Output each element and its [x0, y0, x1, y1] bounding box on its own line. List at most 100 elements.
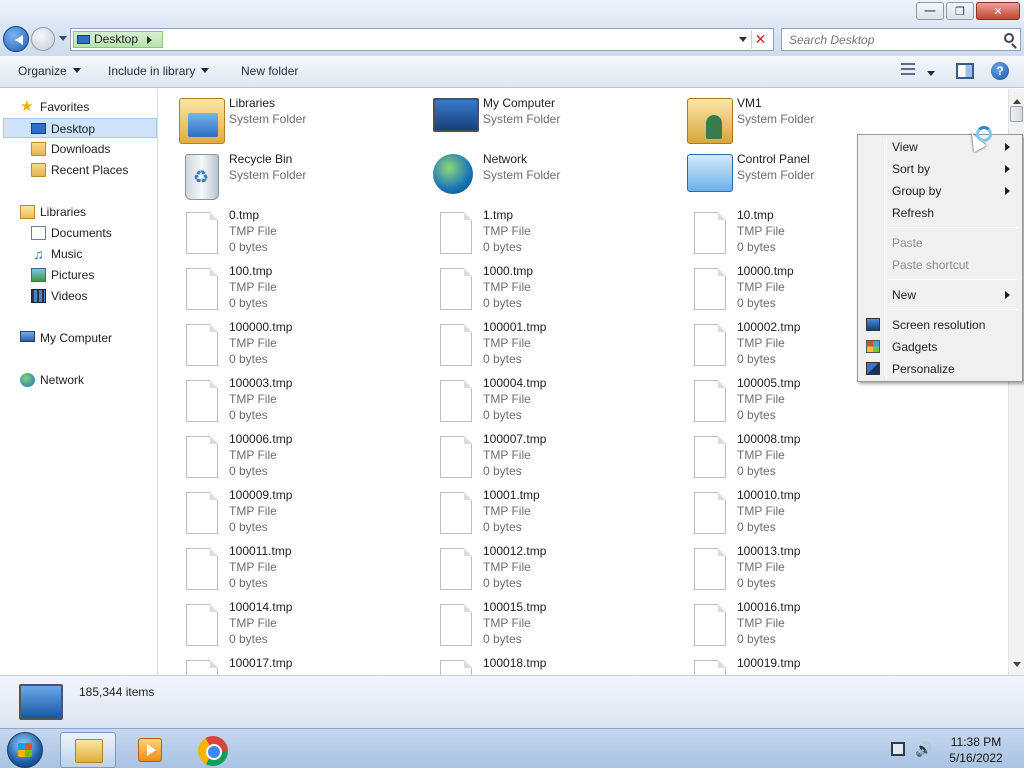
list-item[interactable]: 1.tmp TMP File 0 bytes	[431, 207, 671, 259]
navigation-pane: ★ Favorites Desktop Downloads Recent Plac…	[0, 89, 158, 675]
search-box[interactable]	[781, 28, 1021, 51]
menu-item-view[interactable]: View	[860, 136, 1020, 158]
list-item-network[interactable]: Network System Folder	[431, 151, 671, 203]
item-text: 100011.tmp TMP File 0 bytes	[229, 543, 292, 591]
item-text: 100003.tmp TMP File 0 bytes	[229, 375, 292, 423]
list-item[interactable]: 100012.tmp TMP File 0 bytes	[431, 543, 671, 595]
tmp-file-icon	[440, 660, 472, 675]
nav-desktop[interactable]: Desktop	[3, 118, 157, 138]
scroll-up-icon[interactable]	[1013, 95, 1021, 104]
menu-item-gadgets[interactable]: Gadgets	[860, 336, 1020, 358]
list-item[interactable]: 100011.tmp TMP File 0 bytes	[177, 543, 417, 595]
organize-button[interactable]: Organize	[18, 64, 81, 78]
item-name: Network	[483, 152, 528, 166]
item-name: 100012.tmp	[483, 544, 547, 558]
item-name: 100.tmp	[229, 264, 273, 278]
volume-tray-icon[interactable]: 🔊	[915, 741, 932, 758]
scroll-down-icon[interactable]	[1013, 662, 1021, 671]
menu-item-new[interactable]: New	[860, 284, 1020, 306]
list-item[interactable]: 100016.tmp TMP File 0 bytes	[685, 599, 925, 651]
address-bar[interactable]: Desktop ✕	[70, 28, 774, 51]
list-item[interactable]: 100017.tmp	[177, 655, 417, 675]
my-computer-icon	[433, 98, 479, 132]
search-icon[interactable]	[1004, 33, 1014, 43]
minimize-button[interactable]: —	[916, 2, 944, 20]
list-item[interactable]: 100.tmp TMP File 0 bytes	[177, 263, 417, 315]
item-type: TMP File	[737, 336, 785, 350]
maximize-button[interactable]: ❐	[946, 2, 974, 20]
nav-documents[interactable]: Documents	[31, 223, 151, 243]
list-item[interactable]: 100003.tmp TMP File 0 bytes	[177, 375, 417, 427]
personalize-icon	[866, 362, 880, 375]
nav-favorites[interactable]: ★ Favorites	[20, 97, 150, 117]
network-tray-icon[interactable]	[891, 742, 905, 756]
new-folder-button[interactable]: New folder	[241, 64, 298, 78]
list-item[interactable]: 100014.tmp TMP File 0 bytes	[177, 599, 417, 651]
list-item[interactable]: 100015.tmp TMP File 0 bytes	[431, 599, 671, 651]
clock[interactable]: 11:38 PM 5/16/2022	[946, 734, 1006, 766]
menu-item-paste[interactable]: Paste	[860, 232, 1020, 254]
menu-item-refresh[interactable]: Refresh	[860, 202, 1020, 224]
breadcrumb-arrow-icon[interactable]	[147, 35, 156, 44]
close-button[interactable]: ✕	[976, 2, 1020, 20]
nav-network[interactable]: Network	[20, 370, 150, 390]
item-text: 100006.tmp TMP File 0 bytes	[229, 431, 292, 479]
search-input[interactable]	[782, 29, 992, 50]
list-item[interactable]: 1000.tmp TMP File 0 bytes	[431, 263, 671, 315]
breadcrumb[interactable]: Desktop	[73, 31, 164, 48]
nav-libraries[interactable]: Libraries	[20, 202, 150, 222]
help-icon[interactable]: ?	[991, 62, 1009, 80]
preview-pane-icon[interactable]	[956, 63, 974, 79]
menu-item-group-by[interactable]: Group by	[860, 180, 1020, 202]
recent-pages-dropdown[interactable]	[59, 36, 67, 45]
list-item-libraries[interactable]: Libraries System Folder	[177, 95, 417, 147]
scroll-thumb[interactable]	[1010, 106, 1023, 122]
taskbar-media-player-button[interactable]	[124, 732, 180, 768]
item-text: Network System Folder	[483, 151, 560, 183]
list-item[interactable]: 100007.tmp TMP File 0 bytes	[431, 431, 671, 483]
list-item[interactable]: 100009.tmp TMP File 0 bytes	[177, 487, 417, 539]
start-button[interactable]	[7, 732, 43, 768]
list-item[interactable]: 100010.tmp TMP File 0 bytes	[685, 487, 925, 539]
menu-item-screen-resolution[interactable]: Screen resolution	[860, 314, 1020, 336]
list-item-recycle-bin[interactable]: Recycle Bin System Folder	[177, 151, 417, 203]
menu-item-paste-shortcut[interactable]: Paste shortcut	[860, 254, 1020, 276]
nav-my-computer[interactable]: My Computer	[20, 328, 150, 348]
menu-item-personalize[interactable]: Personalize	[860, 358, 1020, 380]
list-item[interactable]: 100004.tmp TMP File 0 bytes	[431, 375, 671, 427]
menu-item-sort-by[interactable]: Sort by	[860, 158, 1020, 180]
taskbar-explorer-button[interactable]	[60, 732, 116, 768]
menu-label: Gadgets	[892, 340, 938, 354]
forward-button[interactable]	[31, 27, 55, 51]
list-item[interactable]: 100019.tmp	[685, 655, 925, 675]
nav-downloads[interactable]: Downloads	[31, 139, 151, 159]
stop-icon[interactable]: ✕	[751, 30, 769, 49]
address-history-dropdown-icon[interactable]	[739, 37, 747, 46]
nav-music[interactable]: ♫ Music	[31, 244, 151, 264]
item-name: 100006.tmp	[229, 432, 293, 446]
nav-recent-places[interactable]: Recent Places	[31, 160, 151, 180]
list-item[interactable]: 0.tmp TMP File 0 bytes	[177, 207, 417, 259]
list-item-my-computer[interactable]: My Computer System Folder	[431, 95, 671, 147]
back-button[interactable]	[3, 26, 29, 52]
change-view-icon[interactable]	[901, 63, 915, 77]
item-size: 0 bytes	[737, 632, 776, 646]
list-item[interactable]: 100001.tmp TMP File 0 bytes	[431, 319, 671, 371]
list-item[interactable]: 100000.tmp TMP File 0 bytes	[177, 319, 417, 371]
desktop-icon	[31, 123, 46, 134]
item-size: 0 bytes	[737, 576, 776, 590]
list-item[interactable]: 100018.tmp	[431, 655, 671, 675]
list-item[interactable]: 100008.tmp TMP File 0 bytes	[685, 431, 925, 483]
taskbar-chrome-button[interactable]	[186, 732, 242, 768]
nav-pictures[interactable]: Pictures	[31, 265, 151, 285]
list-item[interactable]: 10001.tmp TMP File 0 bytes	[431, 487, 671, 539]
menu-label: Group by	[892, 184, 942, 198]
include-in-library-button[interactable]: Include in library	[108, 64, 210, 78]
menu-label: Paste	[892, 236, 923, 250]
nav-videos[interactable]: Videos	[31, 286, 151, 306]
view-options-dropdown-icon[interactable]	[927, 71, 935, 80]
list-item[interactable]: 100005.tmp TMP File 0 bytes	[685, 375, 925, 427]
list-item[interactable]: 100013.tmp TMP File 0 bytes	[685, 543, 925, 595]
list-item[interactable]: 100006.tmp TMP File 0 bytes	[177, 431, 417, 483]
nav-label: Documents	[51, 226, 112, 240]
